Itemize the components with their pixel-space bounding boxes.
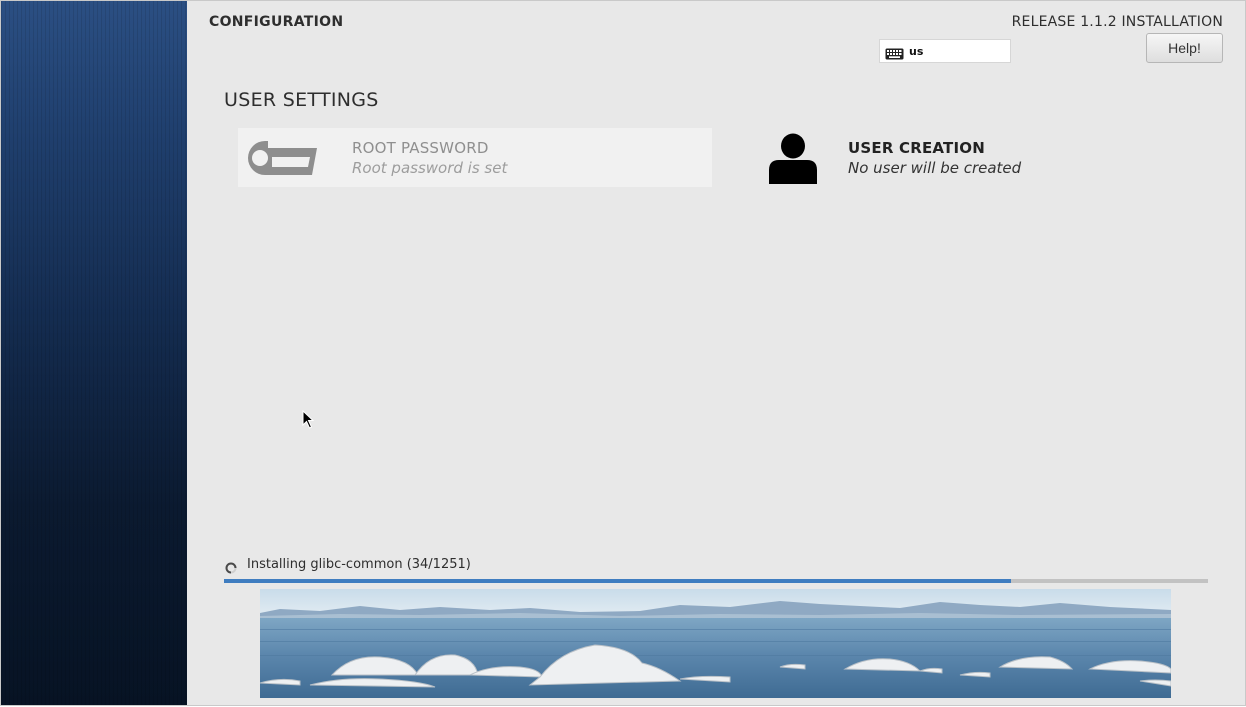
installer-window: CONFIGURATION RELEASE 1.1.2 INSTALLATION <box>0 0 1246 706</box>
progress-status: Installing glibc-common (34/1251) <box>225 557 471 573</box>
user-icon <box>752 128 834 187</box>
spinner-icon <box>225 559 237 573</box>
spoke-title: CONFIGURATION <box>209 14 344 30</box>
keyboard-layout-indicator[interactable]: us <box>879 39 1011 63</box>
main-panel: CONFIGURATION RELEASE 1.1.2 INSTALLATION <box>187 1 1245 705</box>
product-title: RELEASE 1.1.2 INSTALLATION <box>1011 14 1223 30</box>
mouse-cursor-icon <box>302 409 316 430</box>
spoke-user-creation-name: USER CREATION <box>848 138 985 157</box>
progress-text: Installing glibc-common (34/1251) <box>247 557 471 572</box>
spoke-root-password-name: ROOT PASSWORD <box>352 138 489 157</box>
spoke-root-password-status: Root password is set <box>352 158 508 177</box>
progress-bar <box>224 579 1208 583</box>
spoke-user-creation[interactable]: USER CREATION No user will be created <box>752 128 1226 187</box>
sidebar <box>1 1 187 705</box>
section-title: USER SETTINGS <box>224 89 379 111</box>
keyboard-icon <box>885 45 904 60</box>
spoke-root-password[interactable]: ROOT PASSWORD Root password is set <box>238 128 712 187</box>
keyboard-layout-label: us <box>909 44 924 58</box>
help-button[interactable]: Help! <box>1146 33 1223 63</box>
landscape-banner <box>260 589 1171 698</box>
progress-bar-fill <box>224 579 1012 583</box>
key-icon <box>238 128 320 187</box>
spoke-user-creation-status: No user will be created <box>848 158 1022 177</box>
